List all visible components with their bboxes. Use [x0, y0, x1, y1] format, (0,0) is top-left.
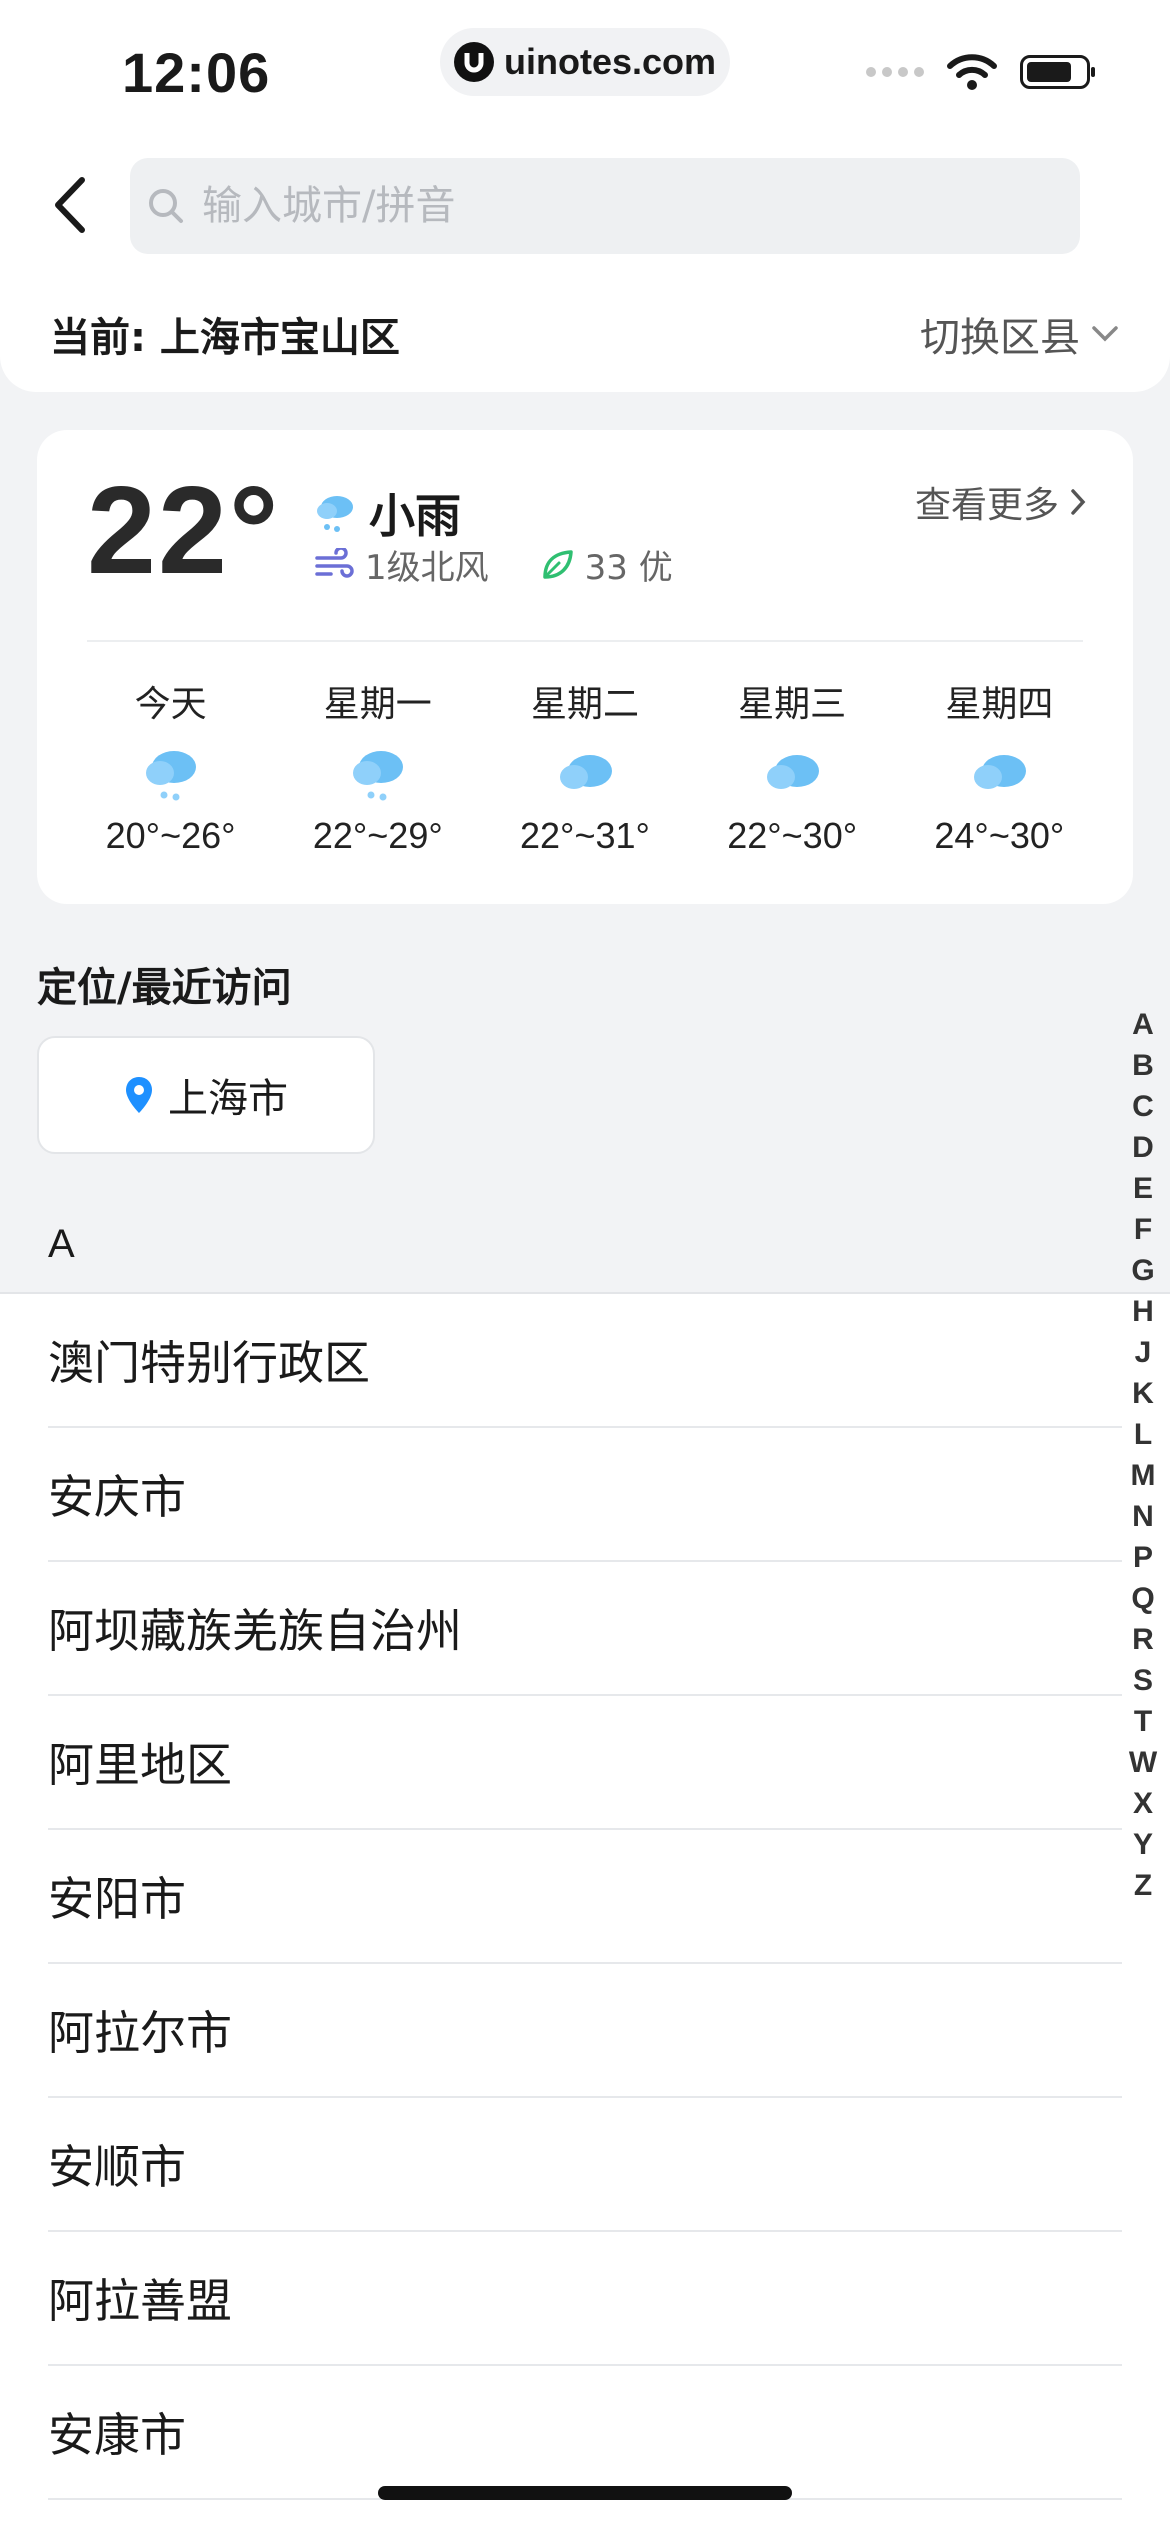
condition-row: 小雨 — [313, 480, 461, 546]
forecast-row: 今天 20°~26° 星期一 22°~29° 星期二 22°~31° 星期三 2… — [67, 675, 1103, 857]
list-item[interactable]: 阿里地区 — [48, 1696, 1122, 1830]
cloud-icon — [974, 755, 1027, 789]
forecast-range: 22°~31° — [520, 815, 650, 856]
home-indicator[interactable] — [378, 2486, 792, 2500]
rain-cloud-icon — [352, 751, 403, 801]
recent-section-title: 定位/最近访问 — [37, 965, 292, 1011]
card-divider — [87, 640, 1083, 642]
index-letter[interactable]: R — [1132, 1619, 1154, 1660]
index-letter[interactable]: W — [1129, 1742, 1157, 1783]
index-letter[interactable]: T — [1134, 1701, 1152, 1742]
wind-aq-row: 1级北风 33 优 — [313, 540, 673, 589]
forecast-day-label: 星期一 — [323, 684, 432, 725]
rain-cloud-icon — [145, 751, 196, 801]
index-letter[interactable]: D — [1132, 1127, 1154, 1168]
recent-city-chip[interactable]: 上海市 — [37, 1036, 375, 1154]
search-bar[interactable] — [130, 158, 1080, 254]
wifi-icon — [947, 54, 997, 90]
switch-district-button[interactable]: 切换区县 — [920, 305, 1120, 363]
index-letter[interactable]: K — [1132, 1373, 1154, 1414]
index-letter[interactable]: X — [1133, 1783, 1153, 1824]
index-letter[interactable]: M — [1131, 1455, 1156, 1496]
air-quality-text: 33 优 — [584, 548, 673, 588]
forecast-range: 22°~29° — [312, 815, 443, 856]
status-indicators — [866, 52, 1095, 92]
list-item[interactable]: 安庆市 — [48, 1428, 1122, 1562]
weather-card[interactable]: 22° 小雨 1级北风 33 优 查看更多 今天 20°~26° 星期一 22°… — [37, 430, 1133, 904]
current-location-label: 当前: 上海市宝山区 — [50, 315, 400, 361]
site-logo-icon — [453, 42, 494, 82]
index-letter[interactable]: G — [1131, 1250, 1154, 1291]
status-time: 12:06 — [122, 41, 271, 104]
url-pill[interactable]: uinotes.com — [440, 28, 730, 96]
light-rain-icon — [317, 496, 353, 532]
current-location-row: 当前: 上海市宝山区 切换区县 — [50, 305, 1120, 363]
alphabet-index[interactable]: A B C D E F G H J K L M N P Q R S T W X … — [1126, 1004, 1160, 1906]
header-panel: 12:06 uinotes.com 当前: 上海市宝山区 切换区县 — [0, 0, 1170, 392]
switch-district-label: 切换区县 — [920, 315, 1080, 361]
index-letter[interactable]: H — [1132, 1291, 1154, 1332]
list-item[interactable]: 阿坝藏族羌族自治州 — [48, 1562, 1122, 1696]
index-letter[interactable]: F — [1134, 1209, 1152, 1250]
index-letter[interactable]: Z — [1134, 1865, 1152, 1906]
see-more-label: 查看更多 — [914, 485, 1059, 526]
index-letter[interactable]: C — [1132, 1086, 1154, 1127]
forecast-range: 22°~30° — [727, 815, 858, 856]
chevron-down-icon — [1092, 326, 1118, 342]
signal-icon — [866, 67, 924, 77]
index-letter[interactable]: S — [1133, 1660, 1153, 1701]
see-more-link[interactable]: 查看更多 — [915, 476, 1087, 528]
recent-city-label: 上海市 — [168, 1076, 288, 1122]
forecast-day: 星期一 22°~29° — [274, 675, 481, 857]
forecast-day-label: 星期二 — [530, 684, 639, 725]
cloud-icon — [559, 755, 612, 789]
index-letter[interactable]: E — [1133, 1168, 1153, 1209]
url-text: uinotes.com — [503, 41, 717, 82]
leaf-icon — [542, 549, 573, 579]
wind-text: 1级北风 — [365, 548, 489, 588]
index-letter[interactable]: B — [1132, 1045, 1154, 1086]
forecast-day-label: 星期三 — [738, 684, 847, 725]
index-letter[interactable]: J — [1135, 1332, 1152, 1373]
index-letter[interactable]: Q — [1131, 1578, 1154, 1619]
list-item[interactable]: 安阳市 — [48, 1830, 1122, 1964]
forecast-day: 星期三 22°~30° — [689, 675, 896, 857]
wind-icon — [315, 547, 354, 578]
list-item[interactable]: 澳门特别行政区 — [48, 1294, 1122, 1428]
list-item[interactable]: 阿拉尔市 — [48, 1964, 1122, 2098]
current-temperature: 22° — [87, 462, 281, 600]
forecast-range: 20°~26° — [105, 815, 236, 856]
location-pin-icon — [126, 1077, 152, 1113]
index-letter[interactable]: N — [1132, 1496, 1154, 1537]
index-letter[interactable]: P — [1133, 1537, 1153, 1578]
battery-icon — [1020, 55, 1095, 89]
condition-text: 小雨 — [369, 489, 461, 543]
forecast-day: 今天 20°~26° — [67, 675, 274, 857]
chevron-right-icon — [1071, 489, 1086, 515]
city-list: 澳门特别行政区 安庆市 阿坝藏族羌族自治州 阿里地区 安阳市 阿拉尔市 安顺市 … — [0, 1292, 1170, 2534]
forecast-day: 星期四 24°~30° — [896, 675, 1103, 857]
cloud-icon — [767, 755, 820, 789]
list-item[interactable]: 安康市 — [48, 2366, 1122, 2500]
back-button[interactable] — [42, 170, 102, 240]
letter-section-header: A — [48, 1222, 75, 1266]
list-item[interactable]: 阿拉善盟 — [48, 2232, 1122, 2366]
search-icon — [149, 189, 183, 223]
forecast-day-label: 今天 — [134, 684, 207, 725]
forecast-range: 24°~30° — [934, 815, 1065, 856]
forecast-day: 星期二 22°~31° — [481, 675, 688, 857]
air-quality: 33 优 — [539, 540, 673, 589]
search-input[interactable] — [200, 182, 1064, 230]
index-letter[interactable]: L — [1134, 1414, 1152, 1455]
forecast-day-label: 星期四 — [945, 684, 1054, 725]
index-letter[interactable]: A — [1132, 1004, 1154, 1045]
list-item[interactable]: 安顺市 — [48, 2098, 1122, 2232]
index-letter[interactable]: Y — [1133, 1824, 1153, 1865]
